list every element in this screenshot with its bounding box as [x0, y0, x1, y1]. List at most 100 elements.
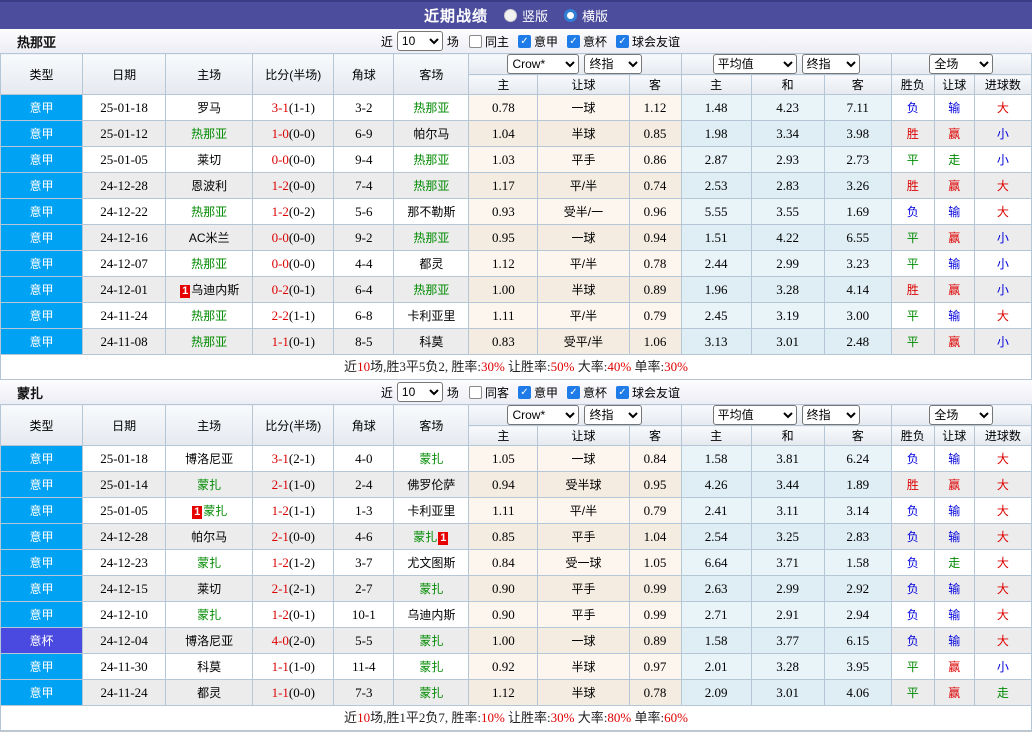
cell-odds-away: 1.06 — [628, 328, 682, 355]
italy-cup-checkbox[interactable]: ✓ — [566, 34, 580, 48]
score-halftime: (1-1) — [288, 502, 315, 518]
score-halftime: (0-0) — [288, 255, 315, 271]
cell-result-handicap: 输 — [933, 302, 975, 329]
cell-result-handicap: 赢 — [933, 172, 975, 199]
cell-avg-away: 3.95 — [823, 653, 892, 680]
cell-away-team: 都灵 — [393, 250, 470, 277]
summary-text: 场,胜3平5负2, 胜率: — [370, 359, 481, 374]
cell-odds-handicap: 受半/一 — [537, 198, 630, 225]
same-home-checkbox[interactable] — [468, 34, 482, 48]
cell-result-wdl: 负 — [890, 549, 935, 576]
team-heading: 蒙扎 — [17, 385, 44, 401]
score-fulltime: 1-2 — [271, 502, 289, 518]
cell-odds-away: 0.89 — [628, 627, 682, 654]
cell-avg-draw: 3.25 — [750, 523, 825, 550]
cell-avg-home: 1.98 — [680, 120, 752, 147]
average-select[interactable]: 平均值 — [712, 405, 797, 425]
same-home-label: 同主 — [484, 34, 509, 49]
cell-away-team: 蒙扎 — [393, 653, 470, 680]
cell-avg-draw: 3.28 — [750, 653, 825, 680]
club-friendly-checkbox[interactable]: ✓ — [615, 385, 629, 399]
cell-avg-home: 1.58 — [680, 445, 752, 472]
cell-home-team: 恩波利 — [165, 172, 254, 199]
cell-avg-draw: 3.81 — [750, 445, 825, 472]
cell-away-team: 那不勒斯 — [393, 198, 470, 225]
club-friendly-checkbox[interactable]: ✓ — [615, 34, 629, 48]
cell-result-handicap: 输 — [933, 601, 975, 628]
page-title: 近期战绩 — [423, 8, 488, 25]
average-time-select[interactable]: 终指 — [801, 54, 860, 74]
average-time-select[interactable]: 终指 — [801, 405, 860, 425]
cell-result-wdl: 平 — [890, 679, 935, 706]
cell-odds-away: 0.79 — [628, 302, 682, 329]
layout-horizontal-option[interactable]: 横版 — [564, 6, 608, 25]
cell-avg-away: 4.06 — [823, 679, 892, 706]
odds-source-select[interactable]: Crow* — [507, 405, 580, 425]
layout-vertical-option[interactable]: 竖版 — [503, 6, 548, 25]
team-name: 热那亚 — [191, 127, 228, 141]
cell-score: 1-1(0-0) — [252, 679, 335, 706]
cell-odds-handicap: 平手 — [537, 601, 630, 628]
cell-result-goals: 大 — [973, 575, 1032, 602]
cell-score: 2-1(2-1) — [252, 575, 335, 602]
cell-date: 24-11-08 — [82, 328, 167, 355]
cell-result-handicap: 走 — [933, 549, 975, 576]
cell-avg-draw: 3.11 — [750, 497, 825, 524]
cell-avg-draw: 4.23 — [750, 94, 825, 121]
cell-score: 1-1(0-1) — [252, 328, 335, 355]
cell-result-goals: 小 — [973, 146, 1032, 173]
cell-avg-away: 3.26 — [823, 172, 892, 199]
cell-odds-home: 1.12 — [468, 250, 539, 277]
cell-home-team: 罗马 — [165, 94, 254, 121]
cell-odds-home: 1.05 — [468, 445, 539, 472]
horizontal-radio-icon[interactable] — [564, 9, 577, 22]
score-fulltime: 1-1 — [271, 684, 289, 700]
cell-date: 24-12-10 — [82, 601, 167, 628]
cell-result-wdl: 平 — [890, 328, 935, 355]
team-name: 尤文图斯 — [407, 556, 456, 570]
team-name: 都灵 — [419, 257, 444, 271]
italy-cup-checkbox[interactable]: ✓ — [566, 385, 580, 399]
cell-odds-home: 0.92 — [468, 653, 539, 680]
cell-odds-handicap: 平/半 — [537, 497, 630, 524]
col-avg-away: 客 — [823, 74, 892, 95]
cell-odds-away: 0.94 — [628, 224, 682, 251]
cell-odds-handicap: 一球 — [537, 627, 630, 654]
cell-home-team: 蒙扎 — [165, 471, 254, 498]
scope-select[interactable]: 全场 — [929, 54, 994, 74]
serie-a-checkbox[interactable]: ✓ — [517, 385, 531, 399]
cell-home-team: 1 蒙扎 — [165, 497, 254, 524]
serie-a-checkbox[interactable]: ✓ — [517, 34, 531, 48]
scope-select[interactable]: 全场 — [929, 405, 994, 425]
team-name: 都灵 — [197, 686, 222, 700]
match-count-select[interactable]: 10 — [396, 382, 443, 402]
cell-date: 25-01-12 — [82, 120, 167, 147]
odds-time-select[interactable]: 终指 — [584, 405, 643, 425]
match-count-select[interactable]: 10 — [396, 31, 443, 51]
cell-odds-home: 0.78 — [468, 94, 539, 121]
cell-corners: 5-5 — [333, 627, 395, 654]
cell-corners: 10-1 — [333, 601, 395, 628]
same-away-checkbox[interactable] — [468, 385, 482, 399]
cell-result-goals: 小 — [973, 224, 1032, 251]
score-fulltime: 1-2 — [271, 203, 289, 219]
cell-avg-home: 2.01 — [680, 653, 752, 680]
scope-select-group: 全场 — [890, 404, 1032, 426]
average-select[interactable]: 平均值 — [712, 54, 797, 74]
vertical-radio-icon[interactable] — [503, 9, 517, 22]
cell-corners: 7-4 — [333, 172, 395, 199]
cell-avg-home: 1.96 — [680, 276, 752, 303]
cell-odds-home: 0.85 — [468, 523, 539, 550]
odds-time-select[interactable]: 终指 — [584, 54, 643, 74]
cell-date: 24-12-01 — [82, 276, 167, 303]
cell-score: 0-0(0-0) — [252, 146, 335, 173]
summary-value: 10 — [357, 710, 371, 725]
team-name: 热那亚 — [191, 309, 228, 323]
cell-odds-handicap: 平/半 — [537, 250, 630, 277]
cell-avg-away: 2.92 — [823, 575, 892, 602]
score-halftime: (0-1) — [288, 281, 315, 297]
odds-source-select[interactable]: Crow* — [507, 54, 580, 74]
cell-result-wdl: 负 — [890, 497, 935, 524]
title-bar: 近期战绩 竖版 横版 — [0, 0, 1032, 29]
team-name: 热那亚 — [413, 179, 450, 193]
